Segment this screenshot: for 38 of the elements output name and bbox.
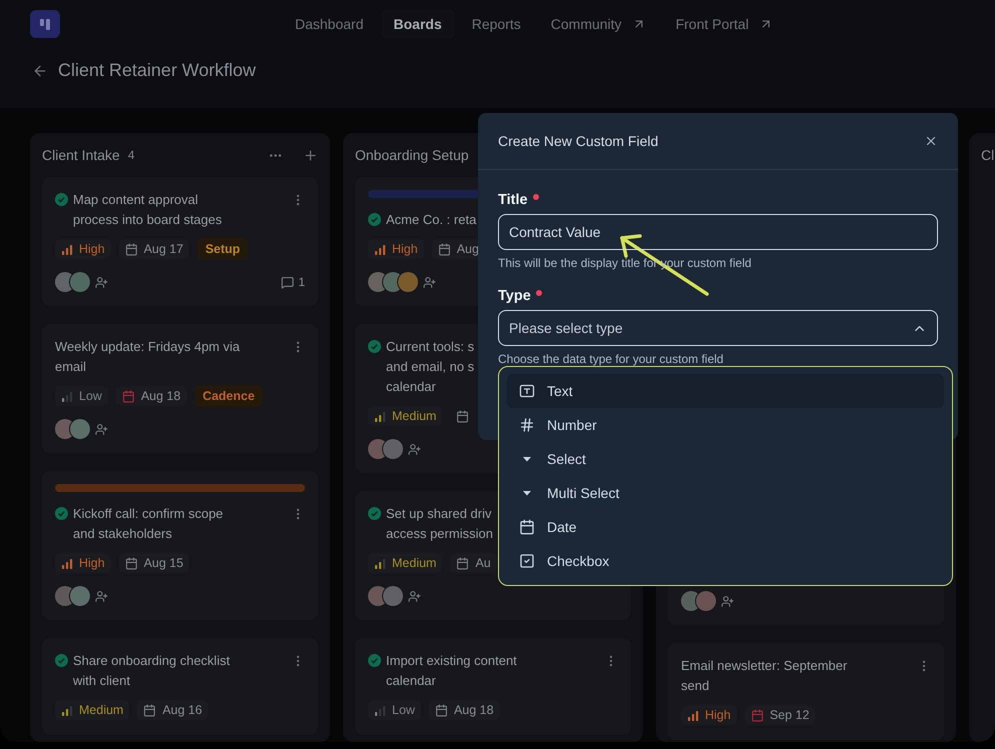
column-title: Onboarding Setup — [355, 147, 469, 163]
due-date: Sep 12 — [744, 705, 816, 725]
card-tag: Setup — [197, 238, 248, 260]
card-title: Current tools: s and email, no s calendar — [386, 338, 474, 396]
card-tag: Cadence — [194, 385, 263, 407]
card-title: Kickoff call: confirm scope and stakeholders — [73, 505, 224, 543]
helper-text: This will be the display title for your custom field — [498, 256, 752, 270]
due-date: Aug 15 — [118, 553, 190, 573]
due-date: Aug 18 — [428, 700, 500, 720]
due-date: Aug 18 — [116, 386, 187, 406]
helper-text: Choose the data type for your custom field — [498, 352, 724, 366]
column-title: Cl — [981, 147, 994, 163]
card-title: Map content approval process into board stages — [73, 191, 222, 229]
priority-badge: Medium — [368, 553, 442, 573]
column-title: Client Intake — [42, 147, 120, 163]
page-title: Client Retainer Workflow — [58, 60, 256, 81]
priority-badge: High — [681, 705, 737, 725]
field-label: Title — [498, 192, 528, 208]
priority-badge: Low — [55, 386, 108, 406]
due-date: Aug 16 — [137, 700, 208, 720]
field-label: Type — [498, 288, 531, 304]
card-title: Email newsletter: September send — [681, 657, 848, 695]
card-title: Acme Co. : reta — [386, 211, 476, 229]
card-title: Share onboarding checklist with client — [73, 652, 230, 690]
dialog-title: Create New Custom Field — [498, 133, 658, 149]
priority-badge: Medium — [368, 406, 442, 426]
card-title: Set up shared driv access permission — [386, 505, 493, 543]
priority-badge: High — [368, 239, 424, 259]
card-title: Import existing content calendar — [386, 652, 517, 690]
column-count: 4 — [128, 148, 135, 162]
due-date: Au — [450, 553, 497, 573]
card-title: Weekly update: Fridays 4pm via email — [55, 338, 240, 376]
priority-badge: High — [55, 239, 111, 259]
priority-badge: Low — [368, 700, 421, 720]
priority-badge: High — [55, 553, 111, 573]
comment-count: 1 — [298, 275, 305, 289]
priority-badge: Medium — [55, 700, 130, 720]
due-date: Aug 17 — [118, 239, 190, 259]
